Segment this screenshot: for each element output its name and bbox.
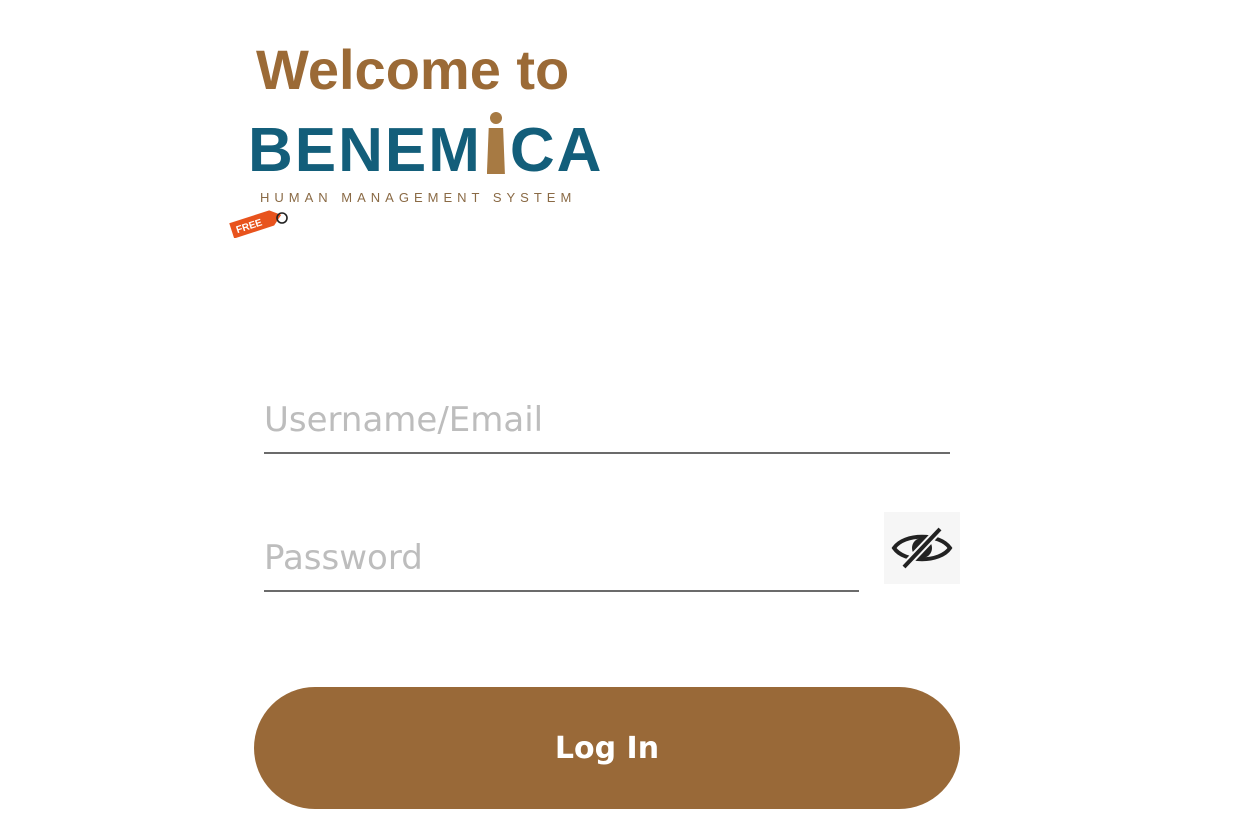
password-field[interactable] — [264, 526, 859, 592]
login-button[interactable]: Log In — [254, 687, 960, 809]
logo-brand-part2: CA — [509, 116, 604, 185]
login-screen: Welcome to BENEM CA HUMAN MANAGEMENT SYS… — [0, 0, 1242, 826]
username-input[interactable] — [264, 388, 950, 452]
logo-brand-part1: BENEM — [248, 116, 482, 185]
username-field[interactable] — [264, 388, 950, 454]
person-i-icon — [486, 112, 506, 180]
free-tag-icon: FREE — [229, 210, 288, 238]
logo-brand-name: BENEM CA — [248, 112, 604, 186]
eye-slash-icon — [891, 526, 953, 570]
password-input[interactable] — [264, 526, 859, 590]
benemica-logo: Welcome to BENEM CA HUMAN MANAGEMENT SYS… — [228, 36, 648, 246]
logo-tagline: HUMAN MANAGEMENT SYSTEM — [260, 190, 577, 205]
password-visibility-toggle[interactable] — [884, 512, 960, 584]
logo-welcome-text: Welcome to — [256, 38, 570, 101]
